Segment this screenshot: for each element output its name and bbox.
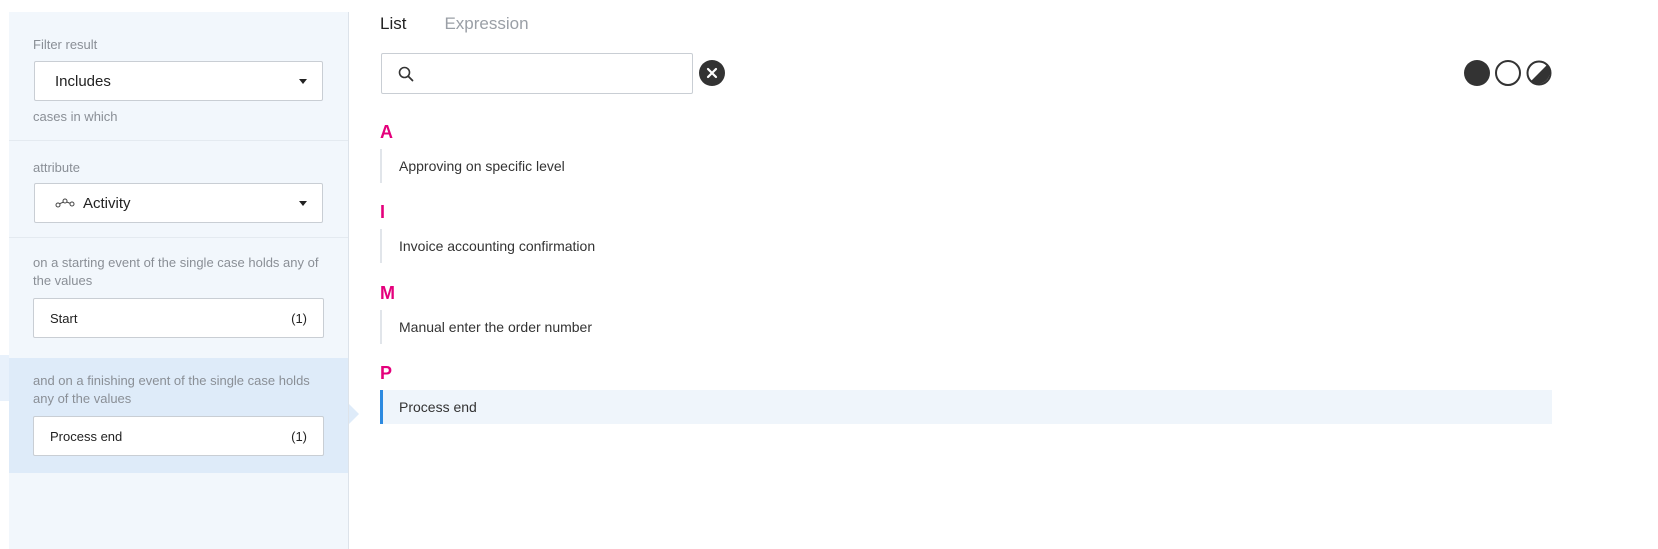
end-value: Process end (50, 428, 123, 444)
half-circle-icon[interactable] (1526, 60, 1552, 86)
filter-result-section: Filter result Includes cases in which (9, 12, 348, 140)
filter-result-dropdown[interactable]: Includes (34, 61, 323, 101)
end-count: (1) (291, 428, 307, 444)
attribute-dropdown[interactable]: Activity (34, 183, 323, 223)
search-icon (398, 66, 414, 82)
close-icon (706, 67, 718, 79)
selection-mode-icons (1464, 60, 1552, 86)
start-condition-section: on a starting event of the single case h… (9, 237, 348, 358)
start-count: (1) (291, 310, 307, 326)
search-box (381, 53, 693, 94)
end-values-box[interactable]: Process end (1) (33, 416, 324, 456)
start-value: Start (50, 310, 78, 326)
list-item-selected[interactable]: Process end (380, 390, 1552, 424)
attribute-label: attribute (33, 160, 80, 175)
group-letter-i: I (380, 202, 386, 222)
list-item[interactable]: Approving on specific level (380, 149, 1552, 183)
list-item[interactable]: Invoice accounting confirmation (380, 229, 1552, 263)
cases-label: cases in which (33, 109, 118, 124)
filter-result-label: Filter result (33, 37, 98, 52)
filled-circle-icon[interactable] (1464, 60, 1490, 86)
caret-down-icon (299, 201, 307, 206)
attribute-value: Activity (83, 194, 131, 212)
empty-circle-icon[interactable] (1495, 60, 1521, 86)
activity-icon (55, 198, 75, 208)
end-condition-section[interactable]: and on a finishing event of the single c… (9, 358, 348, 473)
filter-result-value: Includes (55, 72, 111, 90)
group-letter-a: A (380, 122, 393, 142)
clear-search-button[interactable] (699, 60, 725, 86)
tab-list[interactable]: List (380, 12, 406, 36)
tab-expression[interactable]: Expression (444, 12, 528, 36)
filter-panel: Filter result Includes cases in which at… (9, 12, 349, 549)
group-letter-m: M (380, 283, 395, 303)
start-condition-label: on a starting event of the single case h… (33, 255, 319, 288)
caret-down-icon (299, 79, 307, 84)
selection-pointer (349, 404, 359, 424)
group-letter-p: P (380, 363, 393, 383)
view-tabs: List Expression (380, 12, 567, 36)
list-item[interactable]: Manual enter the order number (380, 310, 1552, 344)
start-values-box[interactable]: Start (1) (33, 298, 324, 338)
attribute-section: attribute Activity (9, 140, 348, 237)
end-condition-label: and on a finishing event of the single c… (33, 373, 310, 406)
search-input[interactable] (420, 62, 680, 86)
